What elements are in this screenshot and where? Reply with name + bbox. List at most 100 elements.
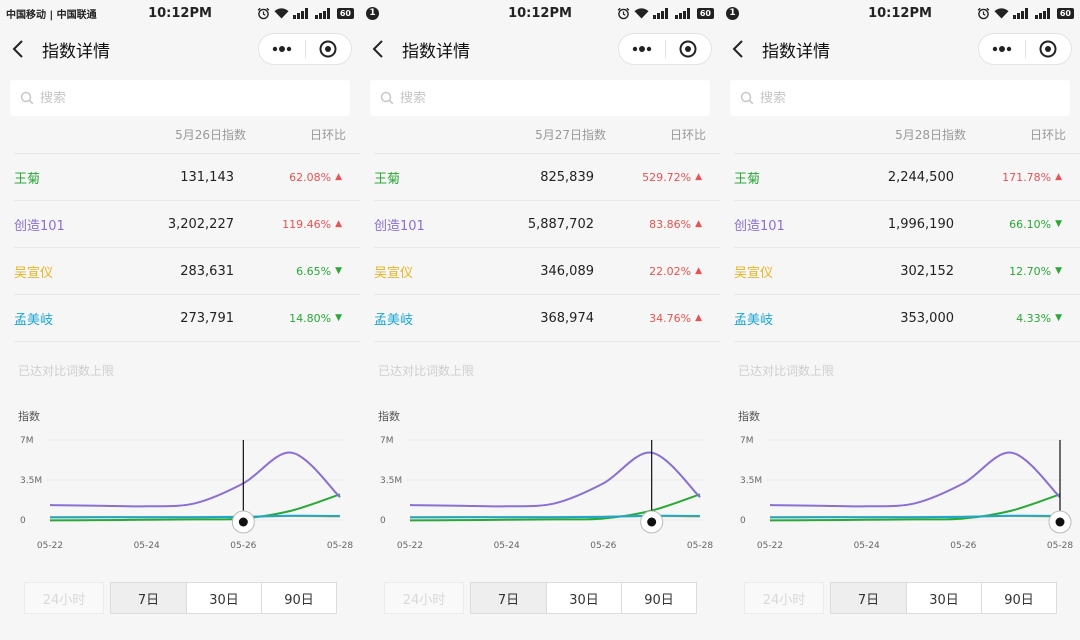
header-change-label: 日环比 <box>1029 128 1066 142</box>
comparison-list: 王菊 2,244,500 171.78% ▲ 创造101 1,996,190 66.10% ▼… <box>720 154 1080 342</box>
list-item[interactable]: 吴宣仪 346,089 22.02% ▲ <box>374 248 720 295</box>
arrow-down-icon: ▼ <box>335 313 342 323</box>
tab-90d[interactable]: 90日 <box>981 583 1056 613</box>
list-item[interactable]: 王菊 2,244,500 171.78% ▲ <box>734 154 1080 201</box>
list-item[interactable]: 创造101 5,887,702 83.86% ▲ <box>374 201 720 248</box>
trend-chart[interactable]: 0 3.5M 7M 05-22 05-24 05-26 05-28 指数 <box>0 400 360 560</box>
x-tick-label: 05-26 <box>590 541 616 551</box>
daily-change: 66.10% ▼ <box>954 218 1062 231</box>
list-item[interactable]: 孟美岐 273,791 14.80% ▼ <box>14 295 360 342</box>
x-tick-label: 05-26 <box>950 541 976 551</box>
index-value: 825,839 <box>540 169 594 185</box>
list-item[interactable]: 孟美岐 353,000 4.33% ▼ <box>734 295 1080 342</box>
tab-7d[interactable]: 7日 <box>471 583 546 613</box>
tab-30d[interactable]: 30日 <box>906 583 981 613</box>
cursor-dot <box>238 517 248 527</box>
arrow-down-icon: ▼ <box>1055 313 1062 323</box>
daily-change: 4.33% ▼ <box>954 312 1062 325</box>
index-value: 283,631 <box>180 263 234 279</box>
status-icons: 60 <box>257 7 354 20</box>
header-index-label: 5月28日指数 <box>895 128 966 142</box>
daily-change: 34.76% ▲ <box>594 312 702 325</box>
wifi-icon <box>994 8 1009 19</box>
keyword-name: 王菊 <box>14 171 41 187</box>
daily-change: 22.02% ▲ <box>594 265 702 278</box>
search-input[interactable] <box>760 90 1020 106</box>
back-icon[interactable] <box>12 37 32 61</box>
change-value: 529.72% <box>642 170 692 184</box>
more-icon <box>632 46 651 52</box>
change-value: 6.65% <box>296 264 332 278</box>
keyword-name: 吴宣仪 <box>14 265 54 281</box>
trend-chart[interactable]: 0 3.5M 7M 05-22 05-24 05-26 05-28 指数 <box>360 400 720 560</box>
back-icon[interactable] <box>732 37 752 61</box>
more-button[interactable] <box>979 34 1025 64</box>
alarm-icon <box>617 7 630 19</box>
y-tick-label: 3.5M <box>380 476 402 486</box>
status-icons: 60 <box>617 7 714 20</box>
tab-30d[interactable]: 30日 <box>546 583 621 613</box>
change-value: 62.08% <box>289 170 332 184</box>
change-value: 34.76% <box>649 311 692 325</box>
status-bar: 中国移动 | 中国联通 10:12PM 60 <box>0 0 360 26</box>
close-circle-icon <box>679 40 697 58</box>
back-icon[interactable] <box>372 37 392 61</box>
tab-90d[interactable]: 90日 <box>261 583 336 613</box>
more-button[interactable] <box>259 34 305 64</box>
index-value: 2,244,500 <box>887 169 954 185</box>
comparison-list: 王菊 825,839 529.72% ▲ 创造101 5,887,702 83.86% ▲ 吴宣… <box>360 154 720 342</box>
trend-chart[interactable]: 0 3.5M 7M 05-22 05-24 05-26 05-28 指数 <box>720 400 1080 560</box>
close-button[interactable] <box>666 34 712 64</box>
chart-canvas: 0 3.5M 7M 05-22 05-24 05-26 05-28 <box>20 436 353 551</box>
search-input[interactable] <box>400 90 660 106</box>
tab-7d[interactable]: 7日 <box>111 583 186 613</box>
search-box <box>10 80 350 116</box>
limit-note: 已达对比词数上限 <box>378 364 475 378</box>
signal-icon <box>1012 7 1028 19</box>
table-header: 5月27日指数 日环比 <box>374 116 720 154</box>
list-item[interactable]: 吴宣仪 302,152 12.70% ▼ <box>734 248 1080 295</box>
comparison-list: 王菊 131,143 62.08% ▲ 创造101 3,202,227 119.46% ▲ 吴宣… <box>0 154 360 342</box>
close-button[interactable] <box>306 34 352 64</box>
keyword-name: 创造101 <box>14 218 65 234</box>
list-item[interactable]: 创造101 3,202,227 119.46% ▲ <box>14 201 360 248</box>
x-tick-label: 05-28 <box>687 541 713 551</box>
arrow-up-icon: ▲ <box>695 172 702 182</box>
index-value: 302,152 <box>900 263 954 279</box>
x-tick-label: 05-28 <box>327 541 353 551</box>
limit-note: 已达对比词数上限 <box>18 364 115 378</box>
arrow-up-icon: ▲ <box>335 219 342 229</box>
list-item[interactable]: 创造101 1,996,190 66.10% ▼ <box>734 201 1080 248</box>
keyword-name: 吴宣仪 <box>734 265 774 281</box>
arrow-up-icon: ▲ <box>695 313 702 323</box>
keyword-name: 吴宣仪 <box>374 265 414 281</box>
tab-30d[interactable]: 30日 <box>186 583 261 613</box>
signal-icon <box>652 7 668 19</box>
arrow-up-icon: ▲ <box>695 219 702 229</box>
tab-90d[interactable]: 90日 <box>621 583 696 613</box>
list-item[interactable]: 吴宣仪 283,631 6.65% ▼ <box>14 248 360 295</box>
list-item[interactable]: 王菊 825,839 529.72% ▲ <box>374 154 720 201</box>
keyword-name: 王菊 <box>374 171 401 187</box>
more-button[interactable] <box>619 34 665 64</box>
search-box <box>730 80 1070 116</box>
period-tabs: 24小时 7日 30日 90日 <box>384 582 697 614</box>
header-change-label: 日环比 <box>669 128 706 142</box>
tab-group: 7日 30日 90日 <box>830 582 1057 614</box>
tab-24h[interactable]: 24小时 <box>24 582 104 614</box>
tab-24h[interactable]: 24小时 <box>384 582 464 614</box>
keyword-name: 孟美岐 <box>14 312 54 328</box>
limit-note: 已达对比词数上限 <box>738 364 835 378</box>
search-input[interactable] <box>40 90 300 106</box>
battery-icon: 60 <box>1056 7 1074 19</box>
keyword-name: 创造101 <box>374 218 425 234</box>
y-tick-label: 0 <box>740 516 746 526</box>
list-item[interactable]: 王菊 131,143 62.08% ▲ <box>14 154 360 201</box>
tab-7d[interactable]: 7日 <box>831 583 906 613</box>
signal-icon <box>292 7 308 19</box>
period-tabs: 24小时 7日 30日 90日 <box>744 582 1057 614</box>
tab-24h[interactable]: 24小时 <box>744 582 824 614</box>
list-item[interactable]: 孟美岐 368,974 34.76% ▲ <box>374 295 720 342</box>
change-value: 12.70% <box>1009 264 1052 278</box>
close-button[interactable] <box>1026 34 1072 64</box>
